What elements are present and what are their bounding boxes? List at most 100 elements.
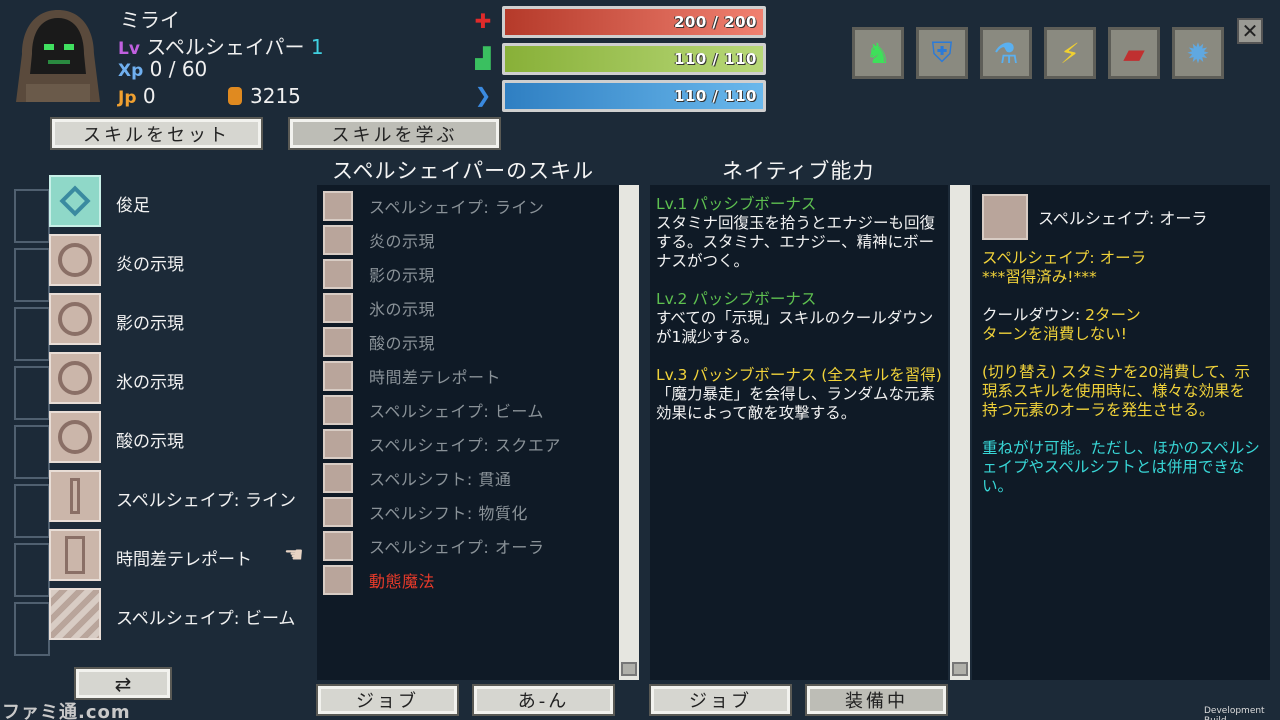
list-item[interactable]: スペルシェイプ: ビーム (317, 393, 619, 427)
skill-slot[interactable] (14, 425, 50, 479)
potion-icon[interactable]: ⚗ (980, 27, 1032, 79)
hp-bar-fill: 200 / 200 (505, 9, 763, 35)
list-item[interactable]: 動態魔法 (317, 563, 619, 597)
skill-slot[interactable] (14, 248, 50, 302)
list-item[interactable]: 酸の示現 (317, 325, 619, 359)
equipped-tab-button[interactable]: 装備中 (805, 684, 948, 716)
jp-line: Jp 0 (118, 84, 156, 108)
acid-manifest-icon (323, 327, 353, 357)
scrollbar-thumb[interactable] (952, 662, 968, 676)
shield-icon[interactable]: ⛨ (916, 27, 968, 79)
skill-name: スペルシェイプ: ライン (369, 198, 545, 217)
lv2-body: すべての「示現」スキルのクールダウンが1減少する。 (656, 309, 934, 346)
cooldown-label: クールダウン: (982, 306, 1081, 324)
native-panel-scrollbar[interactable] (950, 185, 970, 680)
list-item[interactable]: 時間差テレポート (317, 359, 619, 393)
gold-value: 3215 (250, 84, 301, 108)
level-value: 1 (310, 35, 324, 59)
skill-name: スペルシェイプ: ライン (116, 491, 296, 511)
skill-name: 炎の示現 (116, 255, 184, 275)
stamina-bar-fill: 110 / 110 (505, 46, 763, 72)
list-item[interactable]: スペルシフト: 貫通 (317, 461, 619, 495)
skill-name: 炎の示現 (369, 232, 436, 251)
skill-slot[interactable] (14, 189, 50, 243)
learn-skill-button[interactable]: スキルを学ぶ (288, 117, 501, 150)
skill-slot[interactable] (14, 602, 50, 656)
skill-slot[interactable] (14, 307, 50, 361)
skill-panel-title: スペルシェイパーのスキル (332, 159, 595, 183)
xp-label: Xp (118, 61, 144, 81)
body-icon[interactable]: ♞ (852, 27, 904, 79)
skill-slot[interactable] (14, 543, 50, 597)
sort-button[interactable]: あ-ん (472, 684, 615, 716)
list-item[interactable]: スペルシェイプ: ライン (317, 189, 619, 223)
spellshape-line-icon (49, 470, 101, 522)
list-item[interactable]: 影の示現 (317, 257, 619, 291)
lv3-title: Lv.3 パッシブボーナス (全スキルを習得) (656, 366, 942, 384)
scrollbar-thumb[interactable] (621, 662, 637, 676)
xp-line: Xp 0 / 60 (118, 57, 207, 81)
gold-line: 3215 (228, 84, 301, 108)
level-label: Lv (118, 39, 140, 59)
list-item[interactable]: スペルシェイプ: オーラ (317, 529, 619, 563)
native-panel-title: ネイティブ能力 (722, 159, 875, 183)
character-portrait (6, 4, 110, 108)
gear-icon[interactable]: ✹ (1172, 27, 1224, 79)
delayed-teleport-icon (49, 529, 101, 581)
list-item[interactable]: スペルシェイプ: スクエア (317, 427, 619, 461)
no-turn-text: ターンを消費しない! (982, 325, 1127, 343)
delayed-teleport-icon (323, 361, 353, 391)
skill-description: (切り替え) スタミナを20消費して、示現系スキルを使用時に、様々な効果を持つ元… (982, 363, 1251, 419)
coin-icon (228, 87, 242, 105)
spellshape-square-icon (323, 429, 353, 459)
hp-bar: 200 / 200 (502, 6, 766, 38)
spellshape-aura-icon (323, 531, 353, 561)
lv1-body: スタミナ回復玉を拾うとエナジーも回復する。スタミナ、エナジー、精神にボーナスがつ… (656, 214, 936, 270)
green-boot-icon: ▟ (475, 46, 491, 70)
list-item[interactable]: スペルシフト: 物質化 (317, 495, 619, 529)
detail-header-title: スペルシェイプ: オーラ (1038, 209, 1208, 228)
spellshift-materialize-icon (323, 497, 353, 527)
acid-manifest-icon (49, 411, 101, 463)
mana-bar-fill: 110 / 110 (505, 83, 763, 109)
jp-label: Jp (118, 88, 137, 108)
skill-name: 俊足 (116, 196, 150, 216)
ice-manifest-icon (49, 352, 101, 404)
skill-list-scrollbar[interactable] (619, 185, 639, 680)
character-name: ミライ (120, 8, 180, 32)
shadow-manifest-icon (323, 259, 353, 289)
equipped-skill-list: 俊足 炎の示現 影の示現 氷の示現 酸の示現 スペルシェイプ: ライン 時間差テ… (14, 175, 314, 660)
set-skill-button[interactable]: スキルをセット (50, 117, 263, 150)
blue-feather-icon: ❯ (474, 83, 492, 107)
fire-manifest-icon (323, 225, 353, 255)
job-filter-button[interactable]: ジョブ (316, 684, 459, 716)
skill-name: 影の示現 (116, 314, 184, 334)
skill-name: スペルシェイプ: ビーム (369, 402, 544, 421)
fire-manifest-icon (49, 234, 101, 286)
skill-slot[interactable] (14, 484, 50, 538)
spellshape-beam-icon (323, 395, 353, 425)
skill-name: 影の示現 (369, 266, 436, 285)
book-icon[interactable]: ▰ (1108, 27, 1160, 79)
skill-name: 動態魔法 (369, 572, 436, 591)
lightning-map-icon[interactable]: ⚡ (1044, 27, 1096, 79)
dash-icon (49, 175, 101, 227)
ice-manifest-icon (323, 293, 353, 323)
swap-button[interactable]: ⇄ (74, 667, 172, 700)
skill-list-panel: スペルシェイプ: ライン 炎の示現 影の示現 氷の示現 酸の示現 時間差テレポー… (317, 185, 619, 680)
skill-name: 時間差テレポート (116, 550, 252, 570)
list-item[interactable]: 氷の示現 (317, 291, 619, 325)
skill-name: 酸の示現 (369, 334, 436, 353)
dynamic-magic-icon (323, 565, 353, 595)
dev-build-label: Development Build (1204, 706, 1265, 720)
list-item[interactable]: 炎の示現 (317, 223, 619, 257)
job-tab-button[interactable]: ジョブ (649, 684, 792, 716)
lv1-title: Lv.1 パッシブボーナス (656, 195, 817, 213)
skill-name: 氷の示現 (369, 300, 436, 319)
job-name: スペルシェイパー (146, 35, 305, 59)
close-button[interactable]: ✕ (1237, 18, 1263, 44)
skill-slot[interactable] (14, 366, 50, 420)
mana-bar: 110 / 110 (502, 80, 766, 112)
spellshape-line-icon (323, 191, 353, 221)
job-line: Lv スペルシェイパー 1 (118, 31, 324, 60)
